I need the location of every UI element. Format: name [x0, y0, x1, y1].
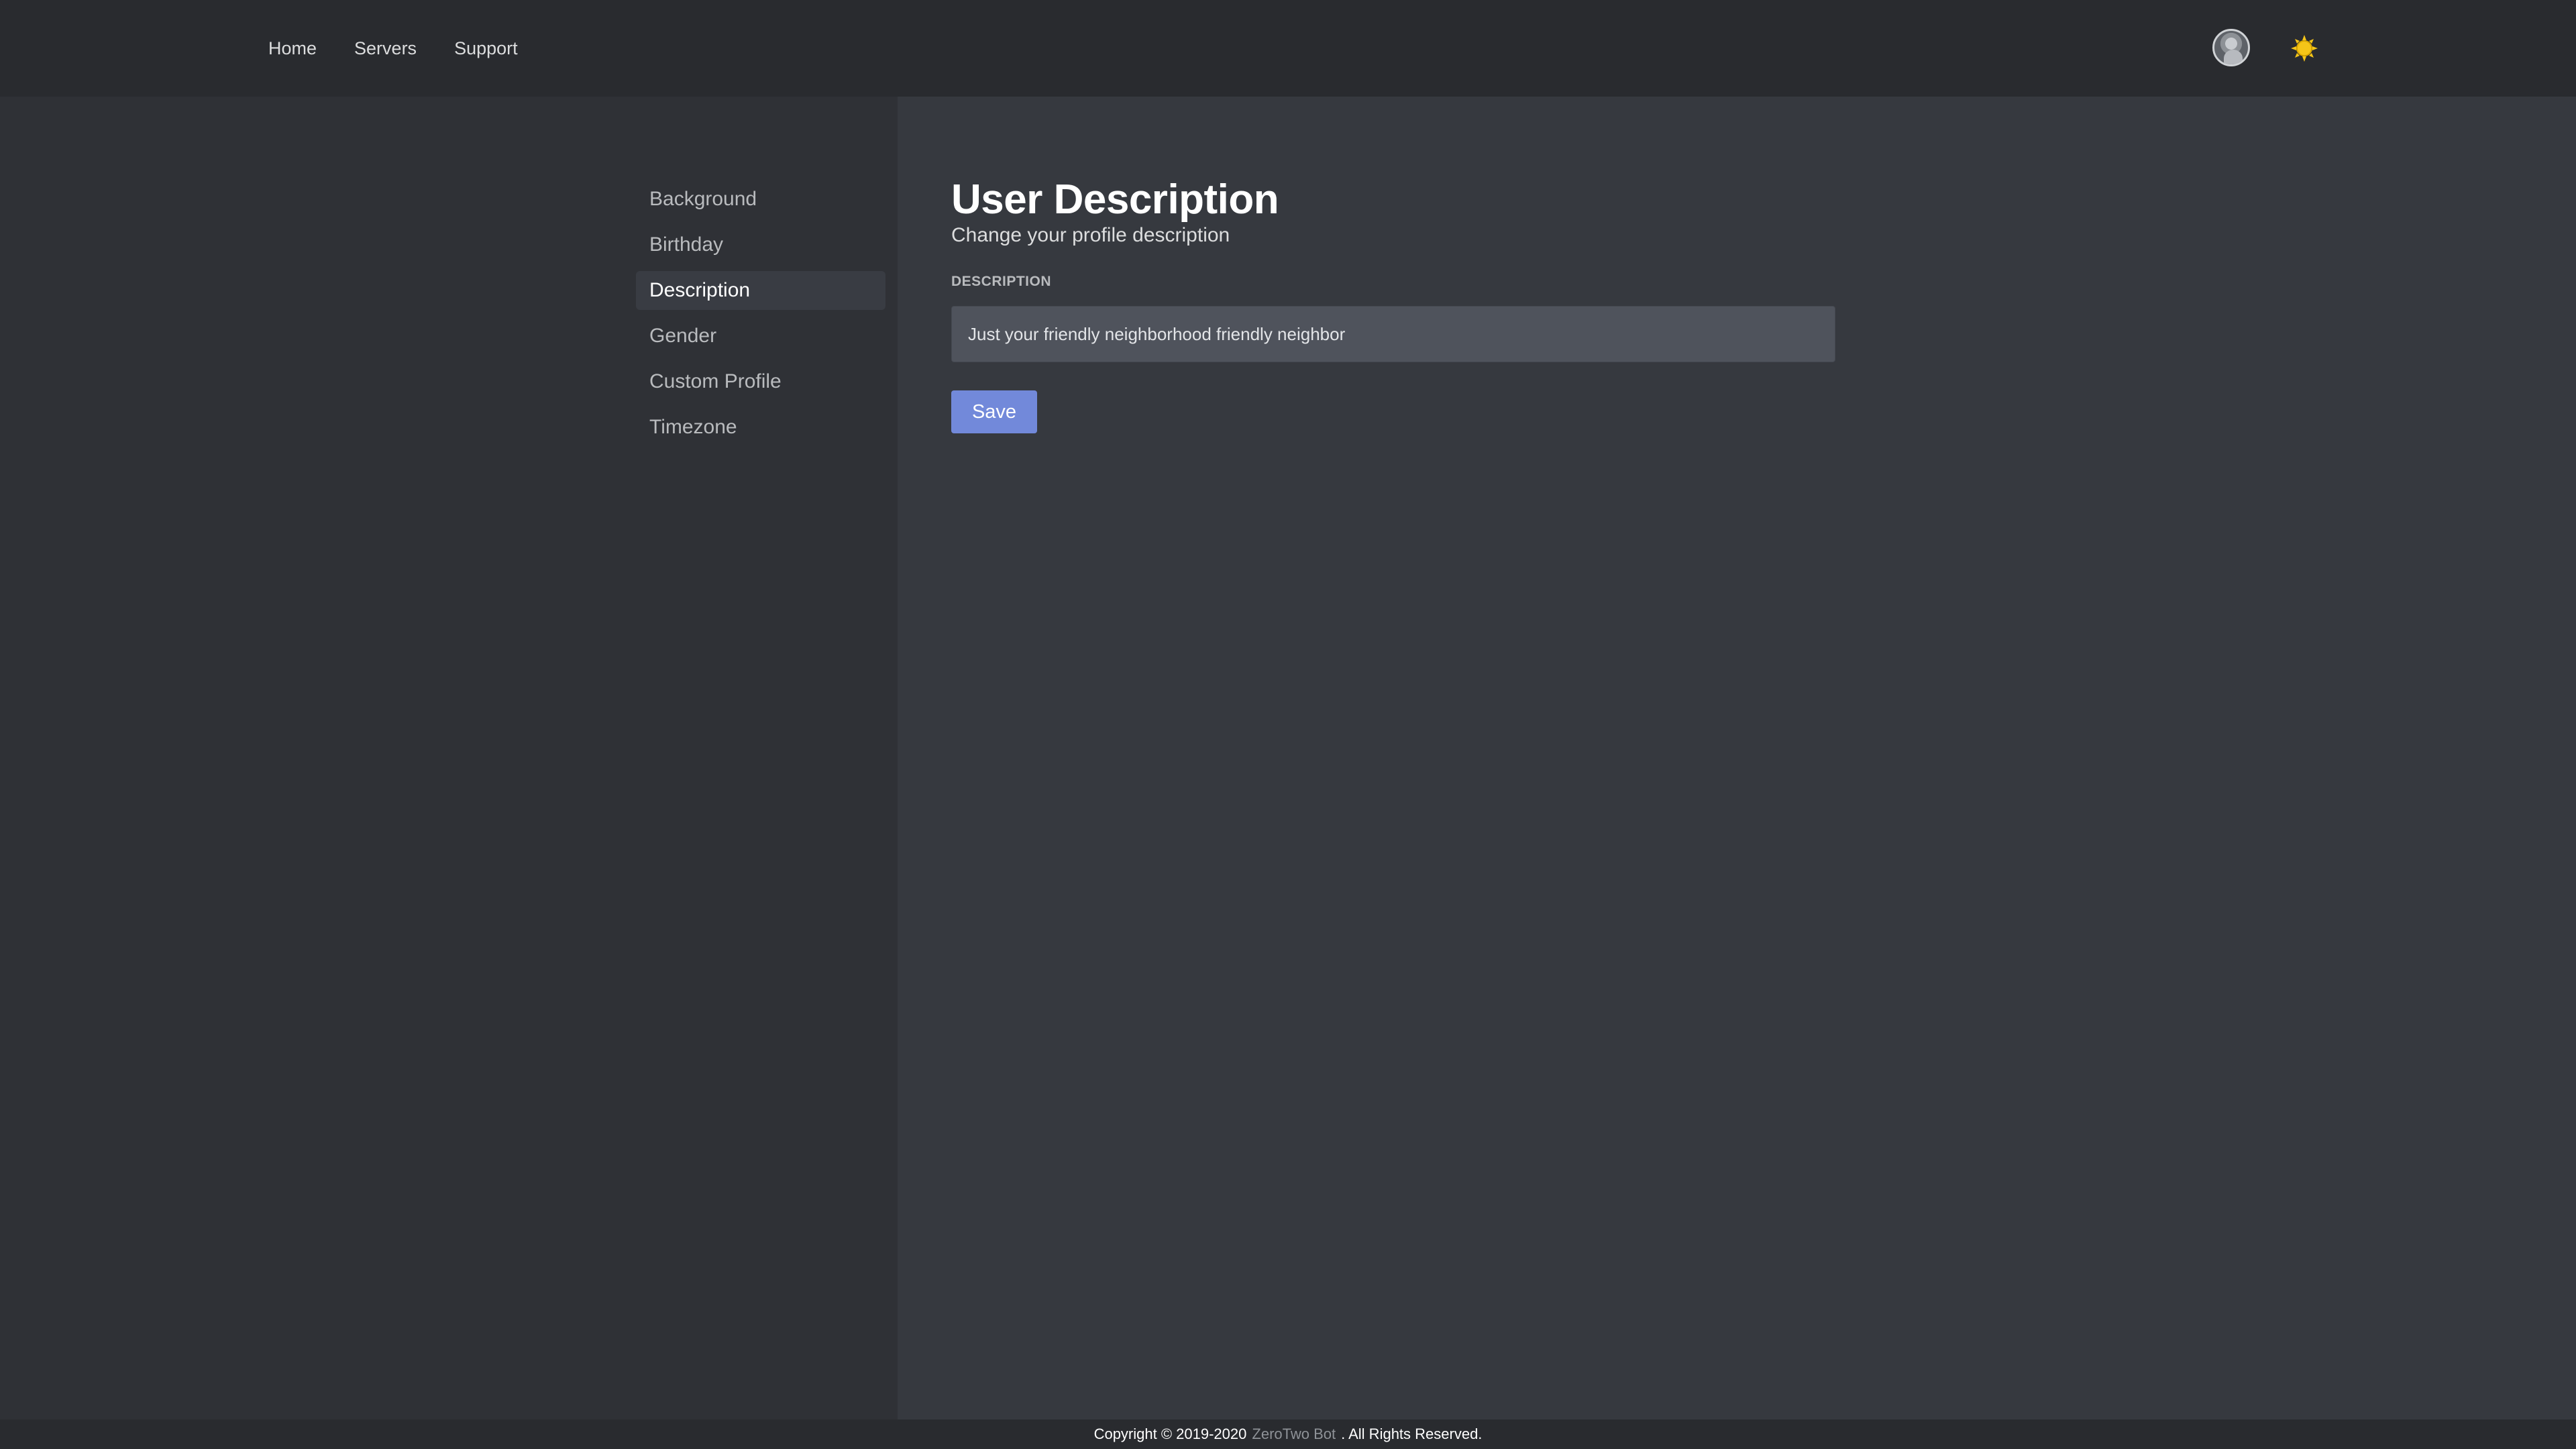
- page-title: User Description: [951, 176, 1279, 223]
- settings-sidebar: Background Birthday Description Gender C…: [0, 97, 898, 1419]
- save-button[interactable]: Save: [951, 390, 1037, 433]
- footer-bot-link[interactable]: ZeroTwo Bot: [1252, 1426, 1336, 1443]
- sidebar-item-label: Birthday: [649, 233, 724, 256]
- sidebar-item-label: Custom Profile: [649, 370, 782, 392]
- sidebar-item-label: Description: [649, 279, 751, 301]
- sun-icon[interactable]: [2290, 34, 2319, 63]
- nav-link-home[interactable]: Home: [268, 38, 317, 59]
- sidebar-item-description[interactable]: Description: [636, 271, 885, 310]
- sidebar-item-custom-profile[interactable]: Custom Profile: [636, 362, 885, 401]
- main-content: User Description Change your profile des…: [898, 97, 2576, 1419]
- settings-menu: Background Birthday Description Gender C…: [636, 180, 885, 453]
- sidebar-item-timezone[interactable]: Timezone: [636, 408, 885, 447]
- sidebar-item-birthday[interactable]: Birthday: [636, 225, 885, 264]
- footer-copyright: Copyright © 2019-2020: [1093, 1426, 1247, 1442]
- sidebar-item-label: Timezone: [649, 416, 737, 438]
- top-navbar: Home Servers Support: [0, 0, 2576, 97]
- sidebar-item-label: Background: [649, 188, 757, 210]
- nav-links: Home Servers Support: [268, 0, 555, 97]
- footer: Copyright © 2019-2020 ZeroTwo Bot . All …: [0, 1419, 2576, 1449]
- sidebar-item-background[interactable]: Background: [636, 180, 885, 219]
- nav-link-support[interactable]: Support: [454, 38, 518, 59]
- sidebar-item-gender[interactable]: Gender: [636, 317, 885, 356]
- page-subtitle: Change your profile description: [951, 224, 1230, 246]
- description-input[interactable]: [951, 306, 1835, 362]
- nav-link-servers[interactable]: Servers: [354, 38, 417, 59]
- footer-rights: . All Rights Reserved.: [1341, 1426, 1483, 1442]
- user-avatar-icon[interactable]: [2212, 29, 2250, 66]
- sidebar-item-label: Gender: [649, 325, 717, 347]
- description-field-label: DESCRIPTION: [951, 274, 1052, 289]
